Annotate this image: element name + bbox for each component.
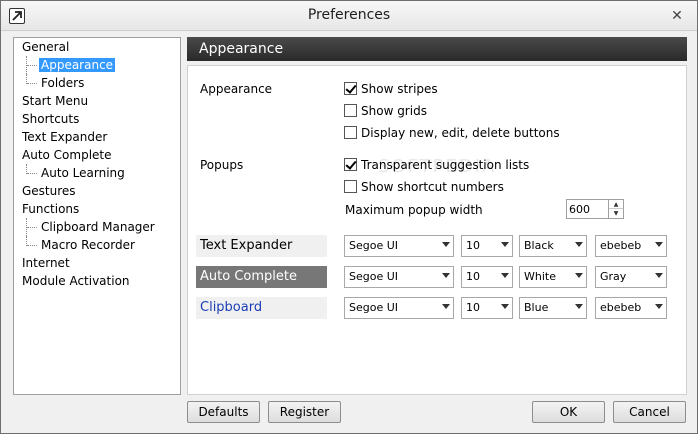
checkbox-unchecked-icon[interactable]	[344, 180, 357, 193]
auto-complete-style-label: Auto Complete	[196, 266, 327, 288]
show-stripes-checkbox[interactable]: Show stripes	[344, 81, 438, 97]
spin-up-icon[interactable]: ▲	[609, 200, 623, 209]
defaults-button[interactable]: Defaults	[187, 401, 260, 423]
spin-down-icon[interactable]: ▼	[609, 209, 623, 218]
text-expander-style-label: Text Expander	[196, 235, 327, 257]
popups-section-label: Popups	[200, 158, 244, 172]
tree-item-text-expander[interactable]: Text Expander	[14, 128, 180, 146]
auto-complete-size-select[interactable]: 10	[461, 266, 513, 288]
checkbox-unchecked-icon[interactable]	[344, 104, 357, 117]
auto-complete-fg-select[interactable]: White	[519, 266, 587, 288]
tree-item-auto-complete[interactable]: Auto Complete	[14, 146, 180, 164]
tree-item-auto-learning[interactable]: Auto Learning	[14, 164, 180, 182]
close-icon[interactable]: ✕	[663, 6, 691, 26]
checkbox-checked-icon[interactable]	[344, 158, 357, 171]
tree-item-gestures[interactable]: Gestures	[14, 182, 180, 200]
tree-item-general[interactable]: General	[14, 38, 180, 56]
tree-item-start-menu[interactable]: Start Menu	[14, 92, 180, 110]
category-tree[interactable]: General Appearance Folders Start Menu Sh…	[13, 37, 181, 395]
tree-item-folders[interactable]: Folders	[14, 74, 180, 92]
clipboard-size-select[interactable]: 10	[461, 297, 513, 319]
tree-item-macro-recorder[interactable]: Macro Recorder	[14, 236, 180, 254]
tree-item-internet[interactable]: Internet	[14, 254, 180, 272]
clipboard-fg-select[interactable]: Blue	[519, 297, 587, 319]
display-buttons-checkbox[interactable]: Display new, edit, delete buttons	[344, 125, 560, 141]
tree-item-module-activation[interactable]: Module Activation	[14, 272, 180, 290]
cancel-button[interactable]: Cancel	[613, 401, 686, 423]
tree-item-shortcuts[interactable]: Shortcuts	[14, 110, 180, 128]
register-button[interactable]: Register	[268, 401, 341, 423]
clipboard-bg-select[interactable]: ebebeb	[595, 297, 667, 319]
text-expander-font-select[interactable]: Segoe UI	[344, 235, 454, 257]
appearance-section-label: Appearance	[200, 82, 273, 96]
window-title: Preferences	[307, 7, 391, 23]
clipboard-font-select[interactable]: Segoe UI	[344, 297, 454, 319]
show-shortcut-numbers-checkbox[interactable]: Show shortcut numbers	[344, 179, 504, 195]
appearance-panel: SOFTPEDIA Appearance Show stripes Show g…	[187, 65, 687, 395]
checkbox-unchecked-icon[interactable]	[344, 126, 357, 139]
auto-complete-font-select[interactable]: Segoe UI	[344, 266, 454, 288]
transparent-lists-checkbox[interactable]: Transparent suggestion lists	[344, 157, 529, 173]
max-popup-width-label: Maximum popup width	[345, 203, 483, 217]
panel-header: Appearance	[187, 37, 687, 61]
text-expander-bg-select[interactable]: ebebeb	[595, 235, 667, 257]
auto-complete-bg-select[interactable]: Gray	[595, 266, 667, 288]
ok-button[interactable]: OK	[532, 401, 605, 423]
preferences-window: Preferences ✕ General Appearance Folders…	[0, 0, 698, 434]
text-expander-fg-select[interactable]: Black	[519, 235, 587, 257]
title-bar: Preferences ✕	[1, 1, 697, 31]
show-grids-checkbox[interactable]: Show grids	[344, 103, 427, 119]
tree-item-clipboard-manager[interactable]: Clipboard Manager	[14, 218, 180, 236]
clipboard-style-label: Clipboard	[196, 297, 327, 319]
tree-item-functions[interactable]: Functions	[14, 200, 180, 218]
max-popup-width-spinner[interactable]: ▲ ▼	[566, 199, 624, 219]
tree-item-appearance[interactable]: Appearance	[14, 56, 180, 74]
text-expander-size-select[interactable]: 10	[461, 235, 513, 257]
max-popup-width-input[interactable]	[567, 200, 607, 218]
checkbox-checked-icon[interactable]	[344, 82, 357, 95]
